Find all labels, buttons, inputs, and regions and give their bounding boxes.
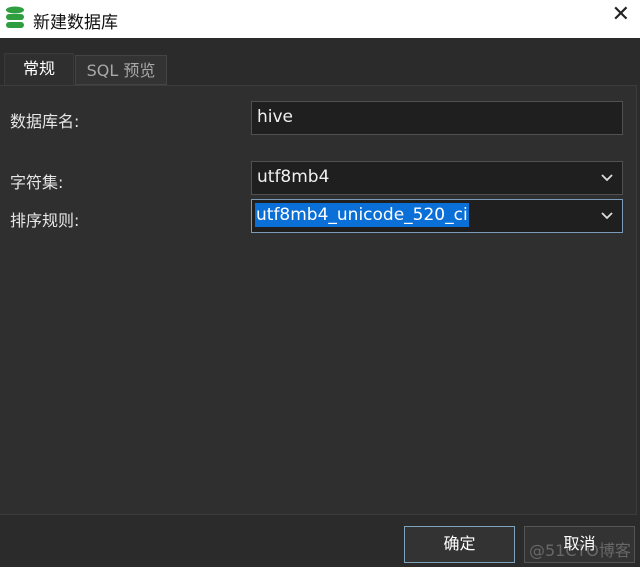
chevron-down-icon bbox=[601, 174, 613, 182]
database-icon bbox=[6, 6, 24, 28]
ok-button[interactable]: 确定 bbox=[404, 526, 515, 563]
tab-general[interactable]: 常规 bbox=[4, 53, 74, 85]
tab-sql-preview[interactable]: SQL 预览 bbox=[75, 55, 167, 85]
db-name-value: hive bbox=[257, 107, 294, 127]
charset-select[interactable]: utf8mb4 bbox=[251, 161, 623, 195]
window-title: 新建数据库 bbox=[33, 13, 118, 33]
button-bar: 确定 取消 @51CTO博客 bbox=[0, 515, 640, 567]
collation-value: utf8mb4_unicode_520_ci bbox=[255, 203, 469, 227]
collation-label: 排序规则: bbox=[10, 211, 80, 230]
general-panel: 数据库名: hive 字符集: utf8mb4 排序规则: utf8mb4_un… bbox=[0, 85, 637, 515]
collation-select[interactable]: utf8mb4_unicode_520_ci bbox=[251, 199, 623, 233]
charset-value: utf8mb4 bbox=[257, 167, 330, 187]
cancel-button[interactable]: 取消 bbox=[524, 526, 635, 563]
chevron-down-icon bbox=[601, 212, 613, 220]
close-button[interactable]: ✕ bbox=[612, 2, 630, 27]
charset-label: 字符集: bbox=[10, 173, 64, 192]
tab-bar: 常规 SQL 预览 bbox=[0, 38, 640, 85]
db-name-input[interactable]: hive bbox=[251, 101, 623, 135]
db-name-label: 数据库名: bbox=[10, 112, 80, 131]
title-bar: 新建数据库 ✕ bbox=[0, 0, 640, 38]
